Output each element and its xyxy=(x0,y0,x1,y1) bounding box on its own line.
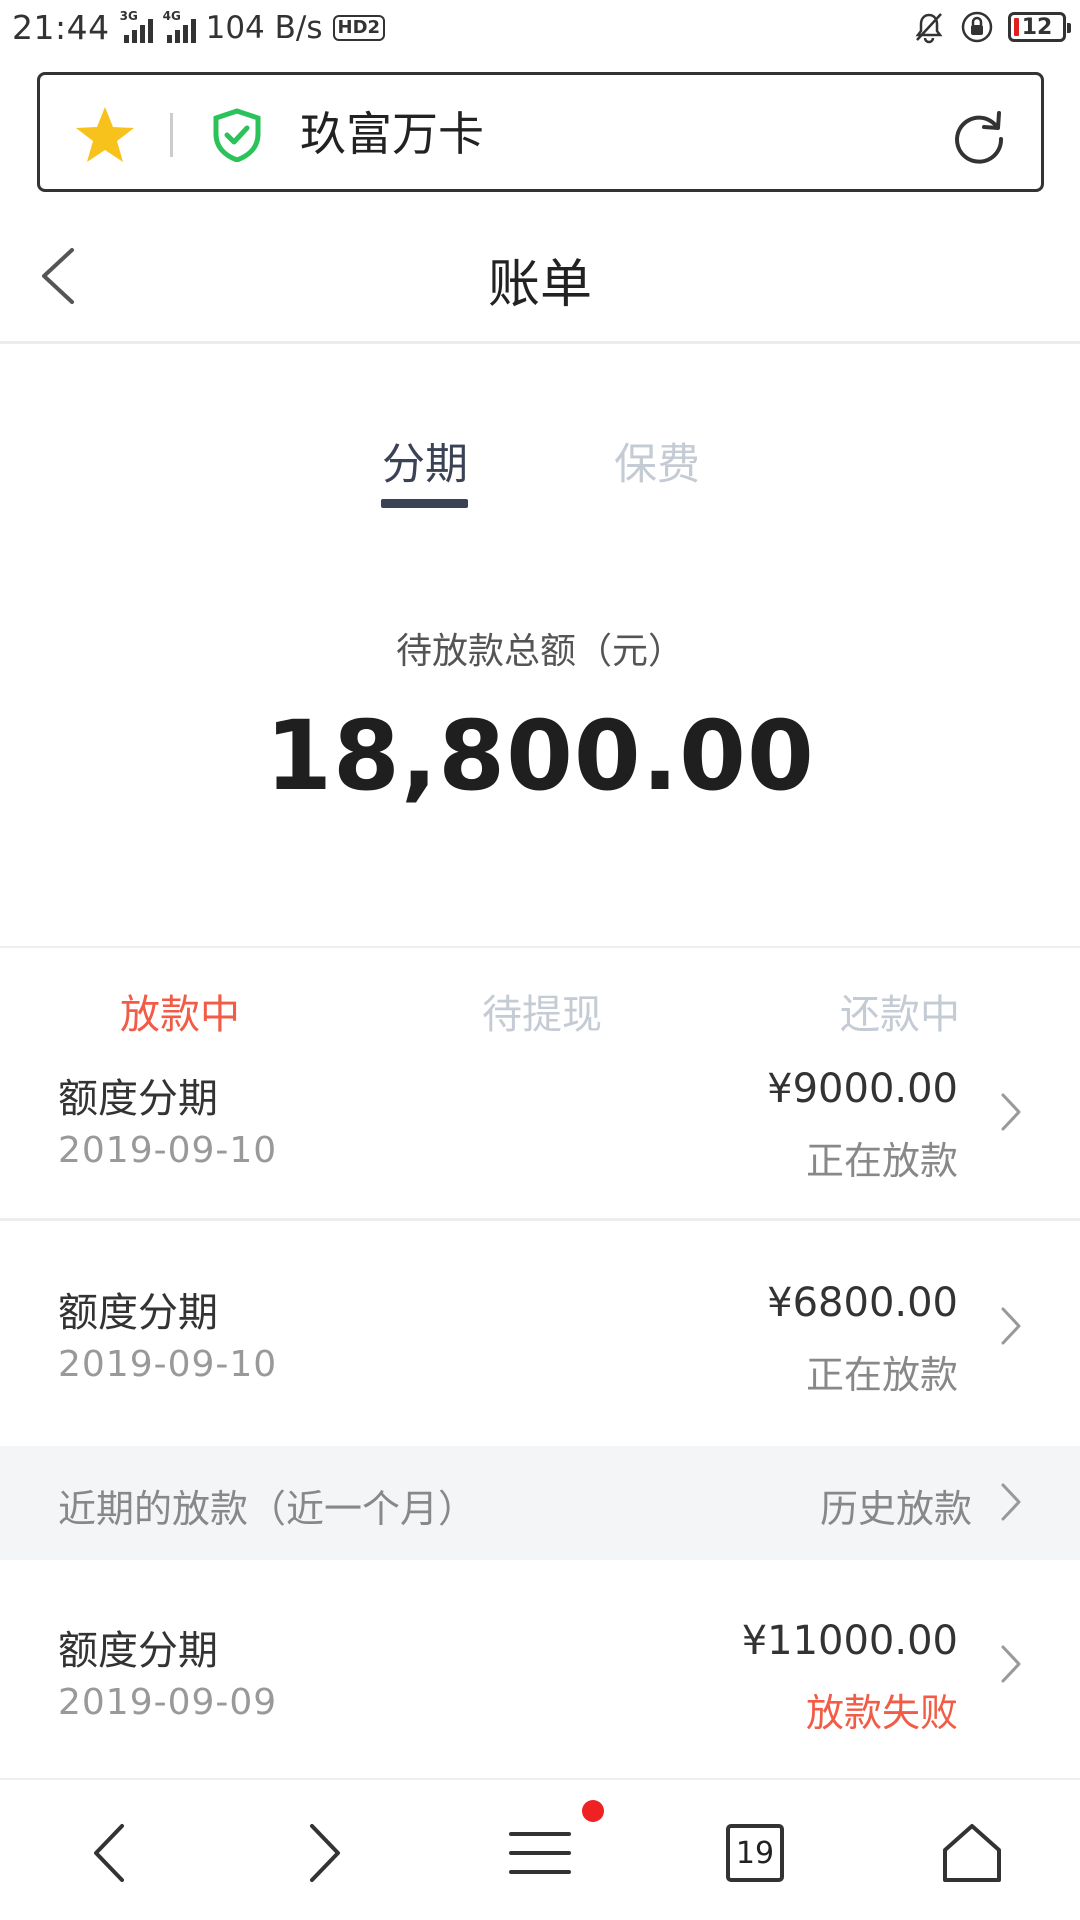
status-time: 21:44 xyxy=(12,8,110,47)
loan-status: 正在放款 xyxy=(805,1139,958,1183)
page-title: 账单 xyxy=(487,255,592,315)
loan-name: 额度分期 xyxy=(58,1076,218,1122)
loan-amount: ¥6800.00 xyxy=(767,1280,958,1326)
loan-name: 额度分期 xyxy=(58,1628,218,1674)
loan-date: 2019-09-10 xyxy=(58,1344,278,1385)
shield-check-icon xyxy=(213,108,261,162)
recent-section-title: 近期的放款（近一个月） xyxy=(58,1487,477,1531)
loan-status: 正在放款 xyxy=(805,1353,958,1397)
network-speed: 104 B/s xyxy=(205,9,323,46)
history-link[interactable]: 历史放款 xyxy=(820,1478,972,1533)
divider xyxy=(0,946,1080,948)
loan-amount: ¥11000.00 xyxy=(741,1618,958,1664)
signal-3g-icon: 3G xyxy=(120,9,153,43)
address-separator xyxy=(170,113,173,157)
chevron-right-icon xyxy=(1001,1093,1021,1131)
pending-total-amount: 18,800.00 xyxy=(265,700,815,812)
loan-date: 2019-09-09 xyxy=(58,1682,278,1723)
back-icon[interactable] xyxy=(76,1818,146,1888)
row-divider xyxy=(0,1218,1080,1221)
battery-level: 12 xyxy=(1021,14,1053,40)
chevron-right-icon xyxy=(1001,1307,1021,1345)
list-item[interactable]: 额度分期 2019-09-10 ¥9000.00 正在放款 xyxy=(0,1058,1080,1218)
list-item[interactable]: 额度分期 2019-09-09 ¥11000.00 放款失败 xyxy=(0,1560,1080,1786)
hd-badge: HD2 xyxy=(332,14,386,41)
tab-disbursing[interactable]: 放款中 xyxy=(120,982,240,1040)
forward-icon[interactable] xyxy=(288,1818,358,1888)
browser-bottom-nav: 19 xyxy=(0,1778,1080,1920)
chevron-right-icon[interactable] xyxy=(1000,1482,1022,1522)
tab-repaying[interactable]: 还款中 xyxy=(840,982,960,1040)
status-bar: 21:44 3G 4G 104 B/s HD2 12 xyxy=(0,0,1080,60)
reload-icon[interactable] xyxy=(949,105,1009,165)
bell-muted-icon xyxy=(915,13,943,44)
recent-disbursements-header: 近期的放款（近一个月） 历史放款 xyxy=(0,1446,1080,1560)
signal-4g-icon: 4G xyxy=(163,9,196,43)
list-item[interactable]: 额度分期 2019-09-10 ¥6800.00 正在放款 xyxy=(0,1222,1080,1448)
tab-pending-withdrawal[interactable]: 待提现 xyxy=(482,982,602,1040)
tab-installment[interactable]: 分期 xyxy=(382,430,468,492)
loan-list-clip: 额度分期 2019-09-10 ¥9000.00 正在放款 xyxy=(0,1058,1080,1218)
loan-amount: ¥9000.00 xyxy=(767,1066,958,1112)
loan-name: 额度分期 xyxy=(58,1290,218,1336)
notification-dot xyxy=(582,1800,604,1822)
chevron-right-icon xyxy=(1001,1645,1021,1683)
star-icon[interactable] xyxy=(74,105,136,165)
site-title[interactable]: 玖富万卡 xyxy=(300,105,484,163)
tab-insurance-fee[interactable]: 保费 xyxy=(614,430,700,492)
tab-count: 19 xyxy=(735,1835,775,1871)
pending-total-label: 待放款总额（元） xyxy=(395,631,684,672)
rotation-lock-icon xyxy=(961,11,993,43)
loan-status: 放款失败 xyxy=(805,1691,958,1735)
home-icon[interactable] xyxy=(937,1818,1007,1888)
battery-icon: 12 xyxy=(1008,12,1071,42)
tabs-button[interactable]: 19 xyxy=(720,1818,790,1888)
menu-icon[interactable] xyxy=(505,1818,575,1888)
loan-date: 2019-09-10 xyxy=(58,1130,278,1171)
app-header: 账单 xyxy=(0,206,1080,344)
address-bar[interactable]: 玖富万卡 xyxy=(37,72,1044,192)
active-tab-indicator xyxy=(381,499,468,508)
